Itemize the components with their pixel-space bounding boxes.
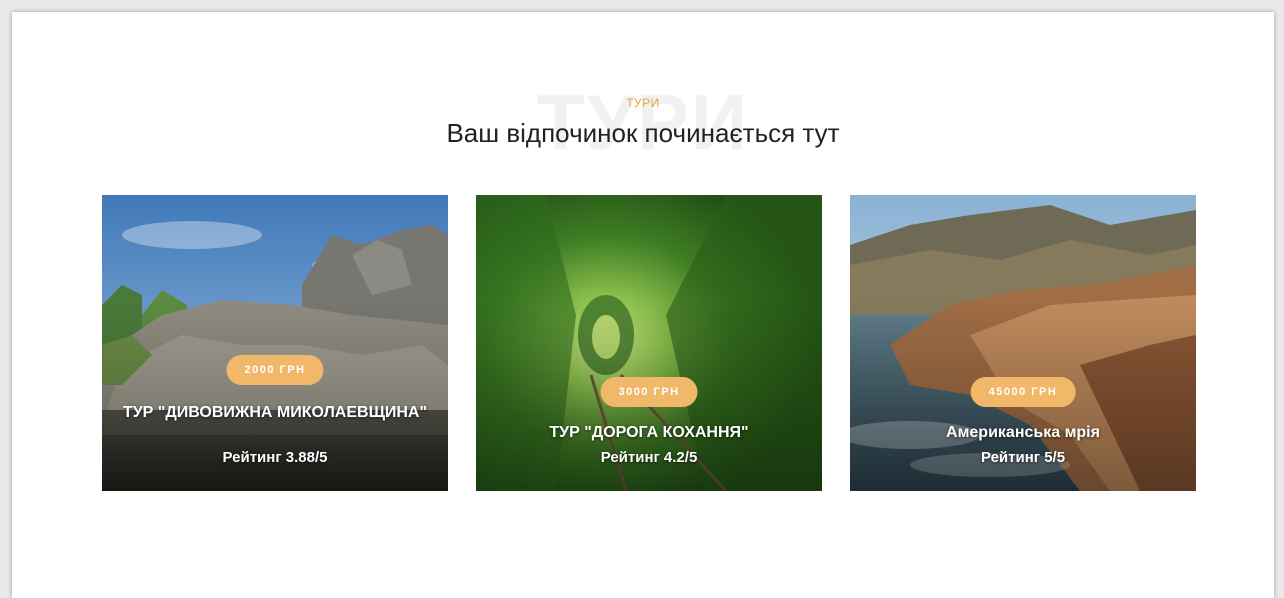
tour-name: Американська мрія [946,424,1100,441]
tour-card-3[interactable]: 45000 ГРН Американська мрія Рейтинг 5/5 [850,195,1196,491]
page-frame: ТУРИ ТУРИ Ваш відпочинок починається тут [12,12,1274,598]
tour-cards: 2000 ГРН ТУР "ДИВОВИЖНА МИКОЛАЕВЩИНА" Ре… [102,195,1196,491]
tour-name: ТУР "ДОРОГА КОХАННЯ" [549,424,749,441]
tours-section-header: ТУРИ ТУРИ Ваш відпочинок починається тут [12,82,1274,162]
section-title: Ваш відпочинок починається тут [446,118,840,148]
tour-rating: Рейтинг 3.88/5 [222,449,328,466]
tour-card-2[interactable]: 3000 ГРН ТУР "ДОРОГА КОХАННЯ" Рейтинг 4.… [476,195,822,491]
card-shade [850,195,1196,491]
section-eyebrow: ТУРИ [626,96,660,110]
tour-price-badge: 45000 ГРН [970,377,1076,407]
tour-price-badge: 3000 ГРН [600,377,698,407]
tour-card-1[interactable]: 2000 ГРН ТУР "ДИВОВИЖНА МИКОЛАЕВЩИНА" Ре… [102,195,448,491]
card-shade [476,195,822,491]
card-shade [102,195,448,491]
tour-rating: Рейтинг 5/5 [980,449,1066,466]
tour-rating: Рейтинг 4.2/5 [600,449,698,466]
tour-name: ТУР "ДИВОВИЖНА МИКОЛАЕВЩИНА" [122,404,428,421]
tour-price-badge: 2000 ГРН [226,355,324,385]
